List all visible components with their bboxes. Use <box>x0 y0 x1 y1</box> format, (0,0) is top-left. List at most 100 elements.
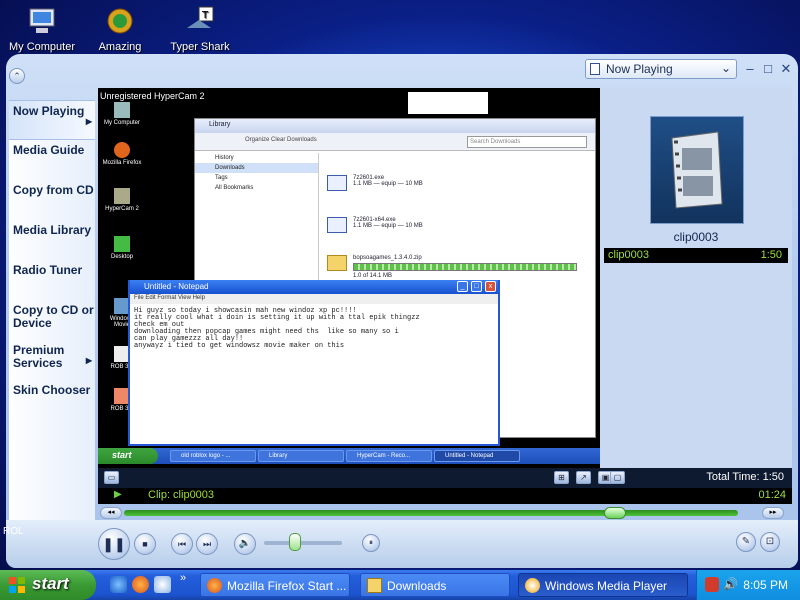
previous-button[interactable]: ⏮ <box>171 533 193 555</box>
download-info: 1.1 MB — equip — 10 MB <box>353 181 423 187</box>
video-icon-label: Mozilla Firefox <box>102 160 142 166</box>
taskpane-label: Media Guide <box>13 143 85 157</box>
zip-icon <box>327 255 347 271</box>
notepad-line: it really cool what i doin is setting it… <box>134 314 420 322</box>
tree-item: Tags <box>215 175 228 181</box>
fit-video-button[interactable]: ⊞ <box>554 471 569 484</box>
taskpane-copy-from-cd[interactable]: Copy from CD <box>9 180 95 220</box>
now-playing-dropdown-label: Now Playing <box>606 62 673 76</box>
firefox-icon <box>114 142 130 158</box>
video-display[interactable]: Unregistered HyperCam 2 My Computer Mozi… <box>98 88 600 468</box>
windows-taskbar: start » Mozilla Firefox Start ... Downlo… <box>0 570 800 600</box>
video-task-item: Untitled - Notepad <box>434 450 520 462</box>
album-art[interactable] <box>650 116 744 224</box>
taskpane-media-guide[interactable]: Media Guide <box>9 140 95 180</box>
film-strip-icon <box>671 131 723 209</box>
taskpane-skin-chooser[interactable]: Skin Chooser <box>9 380 95 420</box>
eq-button[interactable]: ✎ <box>736 532 756 552</box>
select-playlist-button[interactable]: ▢ <box>610 471 625 484</box>
folder-icon <box>367 578 382 593</box>
shark-icon: T <box>183 4 217 38</box>
playlist-item-duration: 1:50 <box>760 249 782 261</box>
security-shield-icon[interactable] <box>705 577 719 592</box>
video-start-button: start <box>98 448 158 464</box>
notepad-title-label: Untitled - Notepad <box>144 282 209 291</box>
forward-arrow-button[interactable]: ▸▸ <box>762 507 784 519</box>
hypercam-watermark: Unregistered HyperCam 2 <box>100 91 205 101</box>
seek-bar[interactable] <box>124 507 738 519</box>
stop-button[interactable]: ■ <box>134 533 156 555</box>
maximize-icon: □ <box>471 281 482 292</box>
start-button[interactable]: start <box>0 570 96 600</box>
album-art-caption: clip0003 <box>673 230 719 244</box>
arrow-right-icon: ▶ <box>85 117 92 126</box>
taskbar-item-label: Downloads <box>387 579 447 593</box>
taskpane-premium-services[interactable]: Premium Services ▶ <box>9 340 95 380</box>
minimize-button[interactable]: – <box>742 61 758 77</box>
chevron-more-icon[interactable]: » <box>180 572 186 584</box>
speaker-icon[interactable]: 🔊 <box>723 577 738 592</box>
playlist-item-name: clip0003 <box>608 249 649 261</box>
next-button[interactable]: ⏭ <box>196 533 218 555</box>
taskpane-label: Now Playing <box>13 104 85 118</box>
taskpane-radio-tuner[interactable]: Radio Tuner <box>9 260 95 300</box>
taskbar-item-label: Windows Media Player <box>545 579 668 593</box>
minimize-icon: _ <box>457 281 468 292</box>
full-screen-button[interactable]: ↗ <box>576 471 591 484</box>
firefox-icon[interactable] <box>132 576 149 593</box>
seek-thumb[interactable] <box>604 507 627 519</box>
chevron-down-icon: ⌄ <box>720 61 731 75</box>
pause-button[interactable]: ❚❚ <box>98 528 130 560</box>
video-task-item: HyperCam - Reco... <box>346 450 432 462</box>
video-task-item: Library <box>258 450 344 462</box>
library-search: Search Downloads <box>467 136 587 148</box>
collapse-menu-icon[interactable]: ⌃ <box>9 68 25 84</box>
rewind-arrow-button[interactable]: ◂◂ <box>100 507 122 519</box>
status-position: 01:24 <box>758 489 786 501</box>
fast-forward-button[interactable]: ⏸ <box>362 534 380 552</box>
computer-icon <box>114 102 130 118</box>
title-bar[interactable]: ⌃ Now Playing ⌄ – □ ✕ <box>6 54 798 88</box>
tree-item: All Bookmarks <box>215 185 254 191</box>
transport-controls: ❚❚ ■ ⏮ ⏭ 🔈 ⏸ ✎ ⊡ <box>6 520 798 568</box>
feature-taskbar: Now Playing ▶ Media Guide Copy from CD Me… <box>9 100 95 570</box>
tree-item: History <box>215 155 234 161</box>
download-progress <box>353 263 577 271</box>
taskpane-media-library[interactable]: Media Library <box>9 220 95 260</box>
library-toolbar: Organize Clear Downloads Search Downloads <box>195 133 595 151</box>
volume-thumb[interactable] <box>289 533 302 551</box>
compact-mode-button[interactable]: ⊡ <box>760 532 780 552</box>
video-notepad-window: Untitled - Notepad _ □ x File Edit Format … <box>128 280 500 446</box>
media-player-icon[interactable] <box>154 576 171 593</box>
taskpane-label: Premium Services <box>13 343 65 370</box>
tree-item: Downloads <box>195 163 318 173</box>
volume-slider[interactable] <box>264 541 342 545</box>
notepad-menu: File Edit Format View Help <box>130 294 498 304</box>
taskpane-label: Copy to CD or Device <box>13 303 94 330</box>
seek-row: ◂◂ ▸▸ <box>98 506 792 520</box>
taskpane-label: Media Library <box>13 223 92 237</box>
playlist-item[interactable]: clip0003 1:50 <box>604 248 788 263</box>
view-options-button[interactable]: ▭ <box>104 471 119 484</box>
computer-icon <box>25 4 59 38</box>
document-icon <box>590 63 600 75</box>
now-playing-dropdown[interactable]: Now Playing ⌄ <box>585 59 737 79</box>
desktop-icon-my-computer[interactable]: My Computer <box>0 2 84 53</box>
taskbar-item-wmp[interactable]: Windows Media Player <box>518 573 688 597</box>
taskpane-now-playing[interactable]: Now Playing ▶ <box>9 100 95 140</box>
taskpane-copy-to-cd[interactable]: Copy to CD or Device <box>9 300 95 340</box>
video-taskbar: start old roblox logo - ... Library Hype… <box>98 448 600 464</box>
taskbar-item-downloads[interactable]: Downloads <box>360 573 510 597</box>
maximize-button[interactable]: □ <box>760 61 776 77</box>
mute-speaker-icon[interactable]: 🔈 <box>234 533 256 555</box>
download-info: 1.0 of 14.1 MB <box>353 273 393 279</box>
video-icon-label: My Computer <box>103 120 140 126</box>
wmp-window: ⌃ Now Playing ⌄ – □ ✕ Now Playing ▶ Media… <box>6 54 798 570</box>
playlist-pane: clip0003 clip0003 1:50 <box>600 88 792 468</box>
firefox-icon <box>207 578 222 593</box>
close-button[interactable]: ✕ <box>778 61 794 77</box>
play-indicator-icon: ▶ <box>114 489 122 500</box>
taskbar-item-firefox[interactable]: Mozilla Firefox Start ... <box>200 573 350 597</box>
download-info: 1.1 MB — equip — 10 MB <box>353 223 423 229</box>
ie-icon[interactable] <box>110 576 127 593</box>
